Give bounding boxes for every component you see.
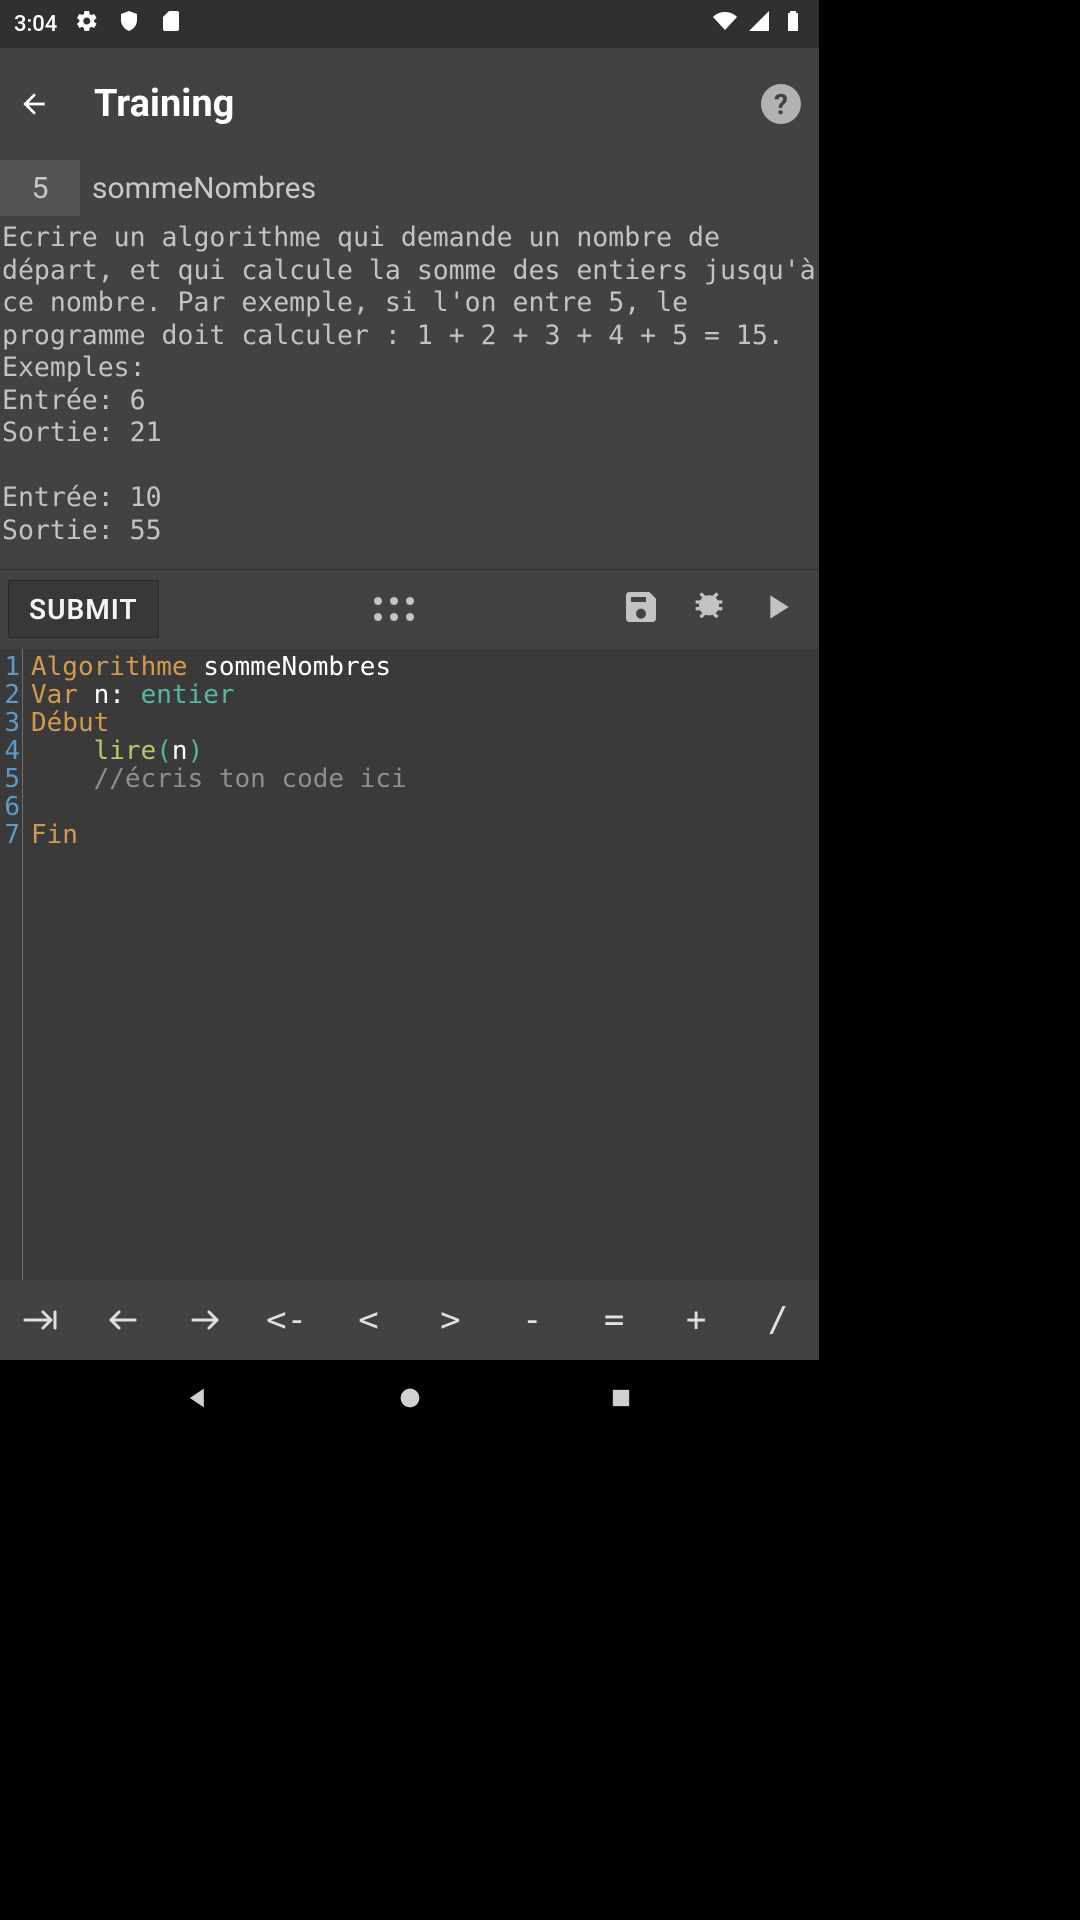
- line-gutter: 1 2 3 4 5 6 7: [0, 649, 22, 1280]
- drag-handle-icon[interactable]: [374, 597, 414, 621]
- status-bar: 3:04: [0, 0, 819, 48]
- arrow-right-key[interactable]: [173, 1296, 237, 1344]
- page-title: Training: [94, 82, 717, 126]
- nav-recent-button[interactable]: [607, 1384, 635, 1416]
- android-nav-bar: [0, 1360, 819, 1440]
- nav-back-button[interactable]: [184, 1384, 212, 1416]
- submit-button[interactable]: SUBMIT: [8, 580, 159, 638]
- minus-key[interactable]: -: [500, 1296, 564, 1344]
- code-area[interactable]: Algorithme sommeNombres Var n: entier Dé…: [22, 649, 819, 1280]
- debug-button[interactable]: [689, 587, 729, 631]
- code-editor[interactable]: 1 2 3 4 5 6 7 Algorithme sommeNombres Va…: [0, 649, 819, 1280]
- back-button[interactable]: [18, 88, 50, 120]
- arrow-left-key[interactable]: [91, 1296, 155, 1344]
- plus-key[interactable]: +: [664, 1296, 728, 1344]
- save-button[interactable]: [621, 587, 661, 631]
- settings-icon: [75, 9, 99, 39]
- indent-key[interactable]: [9, 1296, 73, 1344]
- exercise-header: 5 sommeNombres: [0, 160, 819, 216]
- nav-home-button[interactable]: [396, 1384, 424, 1416]
- exercise-number: 5: [0, 160, 80, 216]
- wifi-icon: [713, 9, 737, 39]
- symbol-toolbar: <- < > - = + /: [0, 1280, 819, 1360]
- signal-icon: [747, 9, 771, 39]
- equals-key[interactable]: =: [582, 1296, 646, 1344]
- status-time: 3:04: [14, 12, 57, 37]
- exercise-name: sommeNombres: [80, 160, 819, 216]
- sd-card-icon: [159, 9, 183, 39]
- assign-key[interactable]: <-: [255, 1296, 319, 1344]
- greater-than-key[interactable]: >: [418, 1296, 482, 1344]
- run-button[interactable]: [757, 587, 797, 631]
- less-than-key[interactable]: <: [337, 1296, 401, 1344]
- app-bar: Training ?: [0, 48, 819, 160]
- editor-toolbar: SUBMIT: [0, 569, 819, 649]
- problem-description: Ecrire un algorithme qui demande un nomb…: [0, 216, 819, 569]
- slash-key[interactable]: /: [746, 1296, 810, 1344]
- help-button[interactable]: ?: [761, 84, 801, 124]
- shield-icon: [117, 9, 141, 39]
- battery-icon: [781, 9, 805, 39]
